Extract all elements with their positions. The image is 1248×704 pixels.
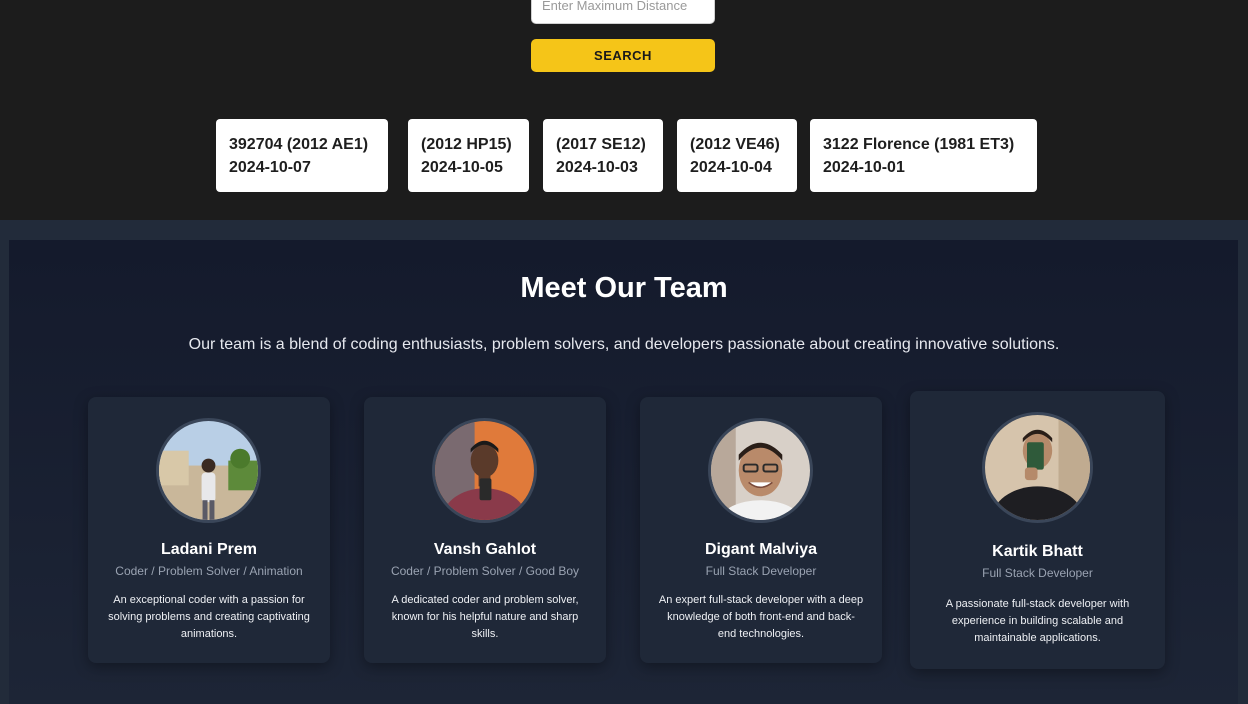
- member-role: Coder / Problem Solver / Animation: [115, 564, 303, 578]
- avatar: [982, 412, 1093, 523]
- member-bio: A dedicated coder and problem solver, kn…: [391, 594, 579, 640]
- member-bio: An expert full-stack developer with a de…: [658, 594, 864, 640]
- max-distance-input[interactable]: [531, 0, 715, 24]
- asteroid-name: (2017 SE12): [556, 136, 646, 153]
- asteroid-card[interactable]: 392704 (2012 AE1) 2024-10-07: [216, 119, 388, 192]
- member-bio: An exceptional coder with a passion for …: [108, 594, 310, 640]
- asteroid-card[interactable]: (2012 VE46) 2024-10-04: [677, 119, 797, 192]
- asteroid-name: (2012 HP15): [421, 136, 512, 153]
- team-member-card: Ladani Prem Coder / Problem Solver / Ani…: [88, 397, 330, 663]
- member-name: Ladani Prem: [160, 541, 258, 558]
- member-name: Digant Malviya: [704, 541, 818, 558]
- avatar-photo-portrait: [711, 421, 810, 520]
- team-member-card: Kartik Bhatt Full Stack Developer A pass…: [910, 391, 1165, 669]
- asteroid-date: 2024-10-04: [690, 159, 772, 176]
- asteroid-card[interactable]: (2017 SE12) 2024-10-03: [543, 119, 663, 192]
- member-role: Coder / Problem Solver / Good Boy: [390, 564, 580, 578]
- member-role: Full Stack Developer: [982, 566, 1093, 580]
- asteroid-card[interactable]: (2012 HP15) 2024-10-05: [408, 119, 529, 192]
- member-bio: A passionate full-stack developer with e…: [945, 598, 1130, 644]
- avatar-photo-selfie: [435, 421, 534, 520]
- member-role: Full Stack Developer: [705, 564, 817, 578]
- asteroid-date: 2024-10-07: [229, 159, 311, 176]
- asteroid-card[interactable]: 3122 Florence (1981 ET3) 2024-10-01: [810, 119, 1037, 192]
- avatar: [156, 418, 261, 523]
- team-description: Our team is a blend of coding enthusiast…: [188, 336, 1060, 353]
- asteroid-name: (2012 VE46): [690, 136, 780, 153]
- avatar-photo-mirror-selfie: [985, 415, 1090, 520]
- avatar: [708, 418, 813, 523]
- asteroid-date: 2024-10-03: [556, 159, 638, 176]
- avatar: [432, 418, 537, 523]
- avatar-photo-outdoor: [159, 421, 258, 520]
- asteroid-name: 392704 (2012 AE1): [229, 136, 369, 153]
- asteroid-name: 3122 Florence (1981 ET3): [823, 136, 1015, 153]
- team-title: Meet Our Team: [520, 272, 728, 304]
- member-name: Vansh Gahlot: [433, 541, 537, 558]
- team-member-card: Digant Malviya Full Stack Developer An e…: [640, 397, 882, 663]
- member-name: Kartik Bhatt: [992, 543, 1083, 560]
- search-area: SEARCH 392704 (2012 AE1) 2024-10-07 (201…: [0, 0, 1248, 220]
- asteroid-date: 2024-10-01: [823, 159, 905, 176]
- asteroid-date: 2024-10-05: [421, 159, 503, 176]
- search-button[interactable]: SEARCH: [531, 39, 715, 72]
- team-member-card: Vansh Gahlot Coder / Problem Solver / Go…: [364, 397, 606, 663]
